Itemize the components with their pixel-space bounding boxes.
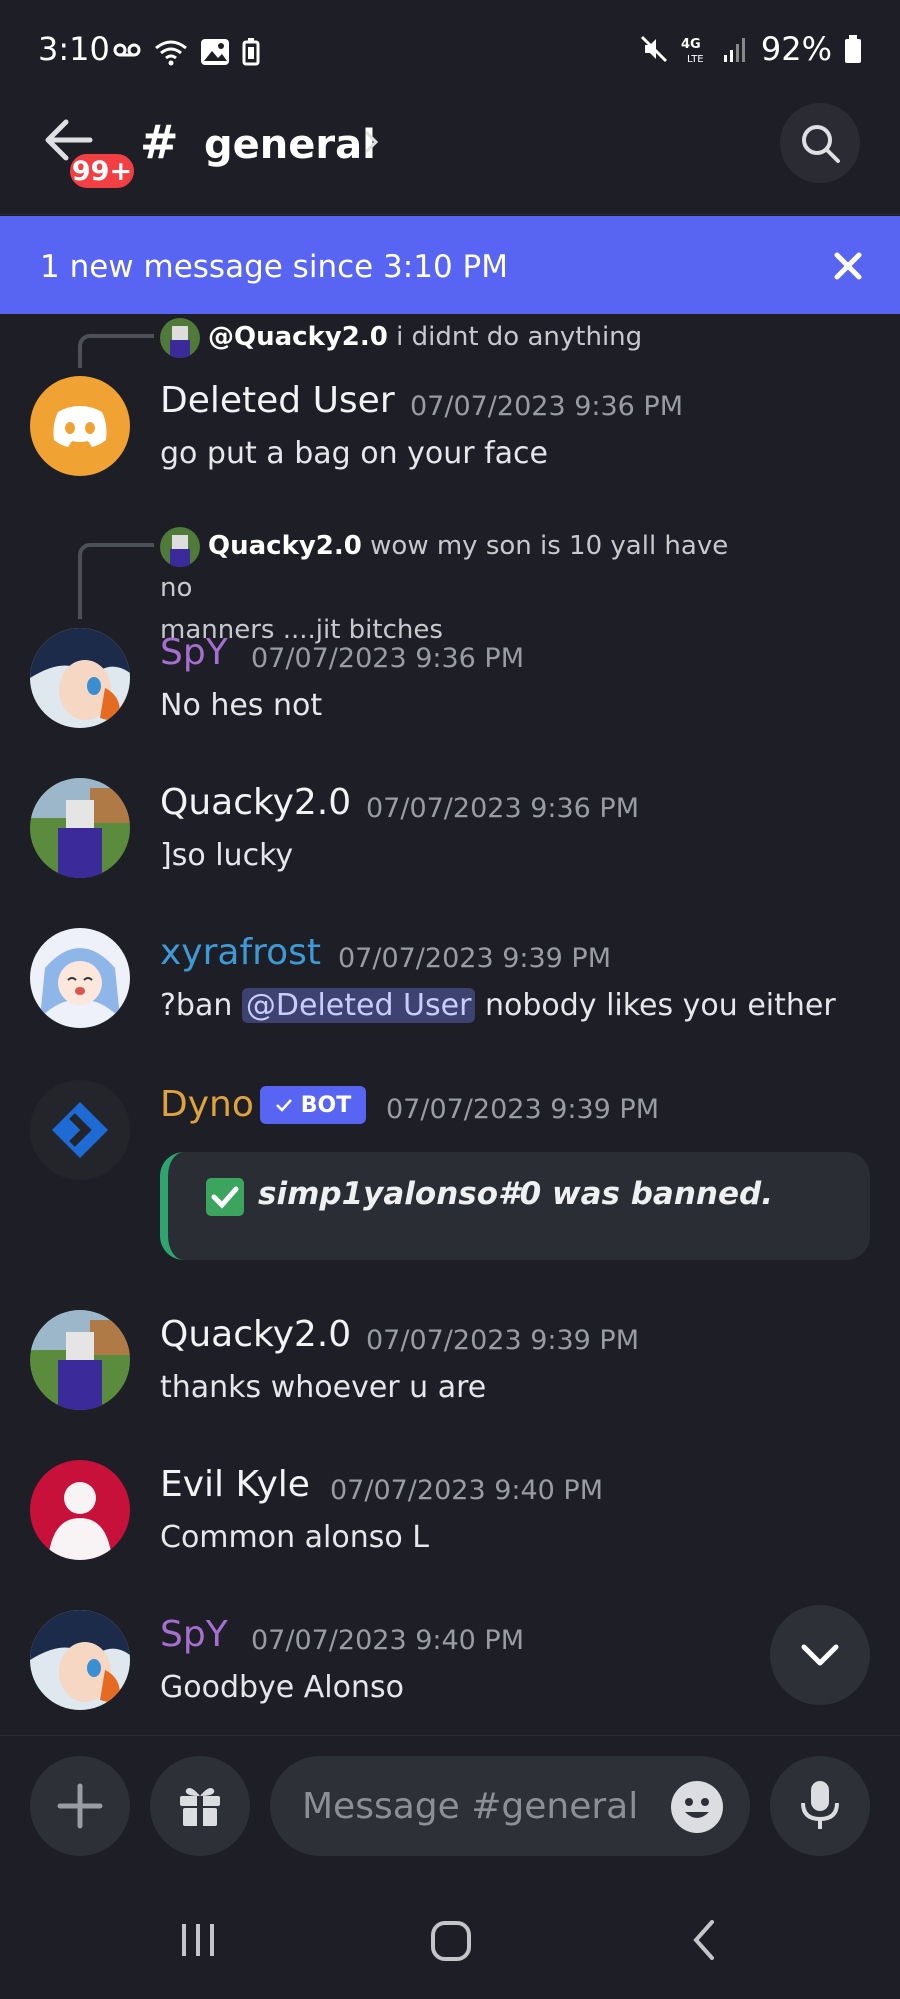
mute-icon [640, 35, 667, 63]
message-timestamp: 07/07/2023 9:39 PM [386, 1094, 659, 1125]
message-text-post: nobody likes you either [475, 988, 836, 1023]
message-timestamp: 07/07/2023 9:39 PM [366, 1325, 639, 1356]
reply-connector [78, 334, 154, 368]
embed-text: simp1yalonso#0 was banned. [258, 1176, 773, 1212]
search-button[interactable] [780, 103, 860, 183]
battery-icon [845, 35, 861, 63]
message-text: Common alonso L [160, 1520, 429, 1555]
message-timestamp: 07/07/2023 9:40 PM [251, 1625, 524, 1656]
avatar[interactable] [30, 376, 130, 476]
check-icon [275, 1099, 292, 1112]
reply-connector [78, 543, 154, 619]
message-author[interactable]: Evil Kyle [160, 1464, 310, 1505]
avatar[interactable] [30, 1610, 130, 1710]
message-text: No hes not [160, 688, 323, 723]
microphone-icon [801, 1781, 839, 1829]
system-nav-bar [0, 1900, 900, 1999]
wifi-icon [155, 40, 187, 66]
channel-title[interactable]: general [204, 122, 376, 168]
roblox-avatar-icon [30, 778, 130, 878]
message-text-pre: ?ban [160, 988, 242, 1023]
bot-tag-label: BOT [300, 1092, 352, 1118]
message-timestamp: 07/07/2023 9:36 PM [251, 643, 524, 674]
search-icon [802, 125, 840, 163]
svg-text:LTE: LTE [687, 54, 704, 64]
close-icon [834, 252, 862, 280]
message-author[interactable]: Quacky2.0 [160, 782, 351, 823]
avatar[interactable] [30, 928, 130, 1028]
svg-text:4G: 4G [681, 37, 701, 52]
signal-icon [723, 38, 745, 62]
chevron-right-icon[interactable] [364, 128, 380, 160]
system-back-button[interactable] [690, 1918, 718, 1966]
message-input-placeholder: Message #general [302, 1786, 639, 1827]
reply-preview[interactable]: Quacky2.0 wow my son is 10 yall have no m… [160, 525, 760, 651]
recent-apps-button[interactable] [178, 1920, 218, 1964]
bot-tag: BOT [260, 1086, 366, 1124]
reply-text: i didnt do anything [396, 322, 643, 352]
status-right: 4G LTE 92% [639, 30, 862, 68]
voice-message-button[interactable] [770, 1756, 870, 1856]
status-bar: 3:10 4G LTE 92% [0, 0, 900, 100]
recent-apps-icon [182, 1924, 214, 1956]
message-author[interactable]: SpY [160, 632, 228, 673]
gift-icon [180, 1788, 220, 1826]
avatar[interactable] [30, 1310, 130, 1410]
message-text: go put a bag on your face [160, 436, 549, 471]
dyno-logo-icon [52, 1102, 108, 1158]
gift-button[interactable] [150, 1756, 250, 1856]
check-box-icon [206, 1178, 244, 1216]
voicemail-icon [113, 43, 141, 57]
reply-avatar [160, 526, 200, 567]
message-text: ?ban @Deleted User nobody likes you eith… [160, 988, 836, 1023]
emoji-icon [671, 1781, 723, 1833]
avatar[interactable] [30, 1080, 130, 1180]
battery-saver-icon [242, 38, 260, 66]
silhouette-avatar-icon [30, 1460, 130, 1560]
message-text: Goodbye Alonso [160, 1670, 404, 1705]
status-time: 3:10 [38, 30, 110, 68]
message-timestamp: 07/07/2023 9:36 PM [410, 391, 683, 422]
gallery-icon [201, 39, 229, 65]
roblox-avatar-icon [30, 1310, 130, 1410]
reply-preview[interactable]: @Quacky2.0 i didnt do anything [160, 316, 642, 358]
avatar[interactable] [30, 778, 130, 878]
message-timestamp: 07/07/2023 9:40 PM [330, 1475, 603, 1506]
emoji-button[interactable] [670, 1780, 724, 1838]
plus-icon [57, 1783, 103, 1829]
message-text: thanks whoever u are [160, 1370, 487, 1405]
reply-author: @Quacky2.0 [208, 322, 388, 352]
add-attachment-button[interactable] [30, 1756, 130, 1856]
back-chevron-icon [693, 1920, 714, 1960]
message-author[interactable]: xyrafrost [160, 932, 321, 973]
lte-icon: 4G LTE [681, 37, 704, 64]
home-button[interactable] [430, 1920, 472, 1966]
message-author[interactable]: SpY [160, 1614, 228, 1655]
unread-badge: 99+ [66, 150, 138, 192]
battery-percent: 92% [760, 30, 832, 68]
hash-icon: # [140, 115, 179, 169]
anime-avatar-icon [30, 1610, 130, 1710]
user-mention[interactable]: @Deleted User [241, 988, 476, 1023]
reply-avatar [160, 317, 200, 358]
message-timestamp: 07/07/2023 9:36 PM [366, 793, 639, 824]
message-timestamp: 07/07/2023 9:39 PM [338, 943, 611, 974]
reply-author: Quacky2.0 [208, 531, 362, 561]
channel-header [0, 100, 900, 215]
message-author[interactable]: Deleted User [160, 380, 395, 421]
chevron-down-icon [801, 1644, 839, 1666]
close-banner-button[interactable] [832, 250, 864, 286]
message-text: ]so lucky [160, 838, 294, 873]
jump-to-bottom-button[interactable] [770, 1605, 870, 1705]
home-icon [431, 1921, 471, 1961]
message-author[interactable]: Dyno [160, 1084, 254, 1125]
banner-text: 1 new message since 3:10 PM [40, 249, 508, 285]
message-author[interactable]: Quacky2.0 [160, 1314, 351, 1355]
discord-logo-icon [53, 406, 107, 447]
anime-avatar-icon [30, 928, 130, 1028]
status-left-icons [112, 38, 260, 66]
avatar[interactable] [30, 1460, 130, 1560]
anime-avatar-icon [30, 628, 130, 728]
avatar[interactable] [30, 628, 130, 728]
